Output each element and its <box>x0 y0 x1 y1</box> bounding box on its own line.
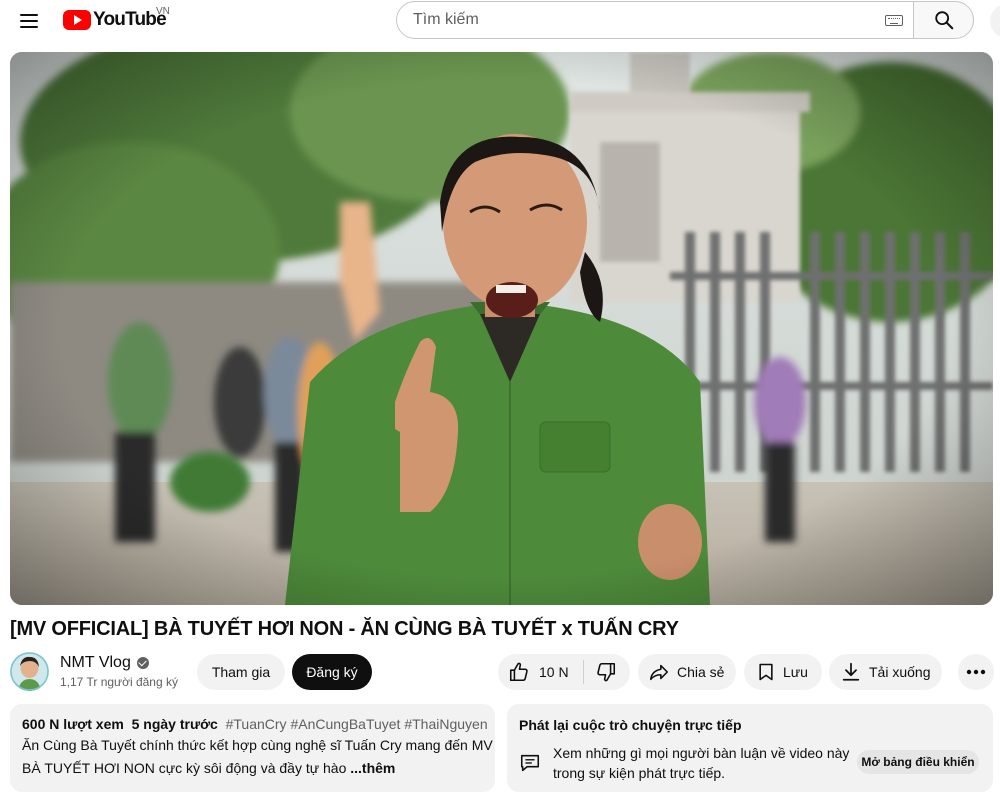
live-chat-description: Xem những gì mọi người bàn luận về video… <box>553 743 849 783</box>
video-player[interactable] <box>10 52 993 605</box>
more-actions-button[interactable] <box>958 654 994 690</box>
channel-avatar[interactable] <box>10 652 49 691</box>
show-more-link[interactable]: ...thêm <box>350 760 395 776</box>
share-icon <box>649 664 669 681</box>
description-meta: 600 N lượt xem 5 ngày trước #TuanCry #An… <box>22 716 488 732</box>
search-box <box>396 1 913 39</box>
search-input[interactable] <box>413 11 853 29</box>
verified-badge-icon <box>136 657 149 669</box>
save-label: Lưu <box>783 664 808 680</box>
chat-icon <box>520 754 540 772</box>
share-label: Chia sẻ <box>677 664 725 680</box>
download-icon <box>842 662 860 681</box>
subscriber-count: 1,17 Tr người đăng ký <box>60 675 178 689</box>
description-line-1: Ăn Cùng Bà Tuyết chính thức kết hợp cùng… <box>22 737 493 753</box>
like-dislike-group: 10 N <box>498 654 630 690</box>
save-button[interactable]: Lưu <box>744 654 822 690</box>
thumbs-up-icon <box>509 662 528 682</box>
open-panel-button[interactable]: Mở bảng điều khiển <box>857 750 979 774</box>
voice-search-button[interactable] <box>990 4 1000 38</box>
search-icon <box>934 11 953 30</box>
dislike-button[interactable] <box>584 654 629 690</box>
video-title: [MV OFFICIAL] BÀ TUYẾT HƠI NON - ĂN CÙNG… <box>10 618 679 640</box>
join-button[interactable]: Tham gia <box>197 654 285 690</box>
youtube-logo[interactable]: YouTube VN <box>63 6 170 32</box>
thumbs-down-icon <box>597 662 616 682</box>
bookmark-icon <box>759 663 773 681</box>
hamburger-icon <box>20 14 38 28</box>
download-button[interactable]: Tải xuống <box>829 654 942 690</box>
hashtag-link[interactable]: #TuanCry <box>226 716 287 732</box>
logo-text: YouTube <box>93 9 167 30</box>
video-frame <box>10 52 993 605</box>
more-horizontal-icon <box>966 669 986 675</box>
live-chat-title: Phát lại cuộc trò chuyện trực tiếp <box>519 717 742 733</box>
channel-name-text: NMT Vlog <box>60 654 131 671</box>
description-box[interactable]: 600 N lượt xem 5 ngày trước #TuanCry #An… <box>10 704 495 792</box>
menu-button[interactable] <box>12 4 46 38</box>
download-label: Tải xuống <box>869 664 931 680</box>
upload-age: 5 ngày trước <box>131 716 218 732</box>
keyboard-icon[interactable] <box>885 15 903 26</box>
description-line-2-text: BÀ TUYẾT HƠI NON cực kỳ sôi động và đầy … <box>22 760 347 776</box>
channel-name[interactable]: NMT Vlog <box>60 654 149 672</box>
live-chat-replay-panel: Phát lại cuộc trò chuyện trực tiếp Xem n… <box>507 704 993 792</box>
country-code: VN <box>156 6 170 17</box>
view-count: 600 N lượt xem <box>22 716 124 732</box>
search-button[interactable] <box>913 1 974 39</box>
masthead: YouTube VN <box>0 0 1000 40</box>
hashtag-link[interactable]: #ThaiNguyen <box>404 716 487 732</box>
live-chat-text-line-1: Xem những gì mọi người bàn luận về video… <box>553 745 850 761</box>
avatar-image <box>10 652 49 691</box>
hashtag-link[interactable]: #AnCungBaTuyet <box>290 716 400 732</box>
subscribe-button[interactable]: Đăng ký <box>292 654 372 690</box>
youtube-play-icon <box>63 10 91 30</box>
share-button[interactable]: Chia sẻ <box>638 654 736 690</box>
description-line-2: BÀ TUYẾT HƠI NON cực kỳ sôi động và đầy … <box>22 759 483 778</box>
like-count: 10 N <box>539 664 569 680</box>
like-button[interactable]: 10 N <box>498 654 569 690</box>
live-chat-text-line-2: trong sự kiện phát trực tiếp. <box>553 765 726 781</box>
